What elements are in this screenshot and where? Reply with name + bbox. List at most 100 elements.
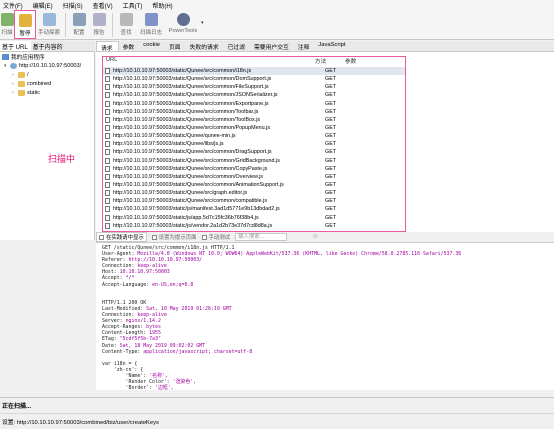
tab-7[interactable]: 注释 xyxy=(294,41,315,51)
table-row[interactable]: http://10.10.10.97:50003/static/js/manif… xyxy=(103,205,405,213)
row-method: GET xyxy=(325,190,337,197)
table-row[interactable]: http://10.10.10.97:50003/static/Qunee/li… xyxy=(103,140,405,148)
table-row[interactable]: http://10.10.10.97:50003/static/Qunee/sr… xyxy=(103,100,405,108)
menu-item[interactable]: 扫描(S) xyxy=(62,1,92,10)
detail-key: Date: xyxy=(102,342,120,349)
table-row[interactable]: http://10.10.10.97:50003/static/Qunee/sr… xyxy=(103,148,405,156)
pause-button[interactable]: 暂停 xyxy=(14,10,36,39)
search-input[interactable]: 输入搜索... xyxy=(235,233,288,241)
table-row[interactable]: http://10.10.10.97:50003/static/Qunee/qu… xyxy=(103,132,405,140)
manual-explore-icon xyxy=(42,13,56,26)
powertools-icon xyxy=(176,13,190,26)
row-method: GET xyxy=(325,173,337,180)
tab-4[interactable]: 失败的请求 xyxy=(186,41,224,51)
scan-log-button[interactable]: 扫描日志 xyxy=(136,10,166,40)
tab-1[interactable]: 参数 xyxy=(119,41,140,51)
tree-root[interactable]: 我的应用程序 xyxy=(0,52,94,61)
table-row[interactable]: http://10.10.10.97:50003/static/js/vendo… xyxy=(103,222,405,230)
column-method[interactable]: 方法 xyxy=(315,57,345,66)
folder-icon xyxy=(18,71,25,78)
detail-key: Accept-Language: xyxy=(102,281,153,288)
tree-host[interactable]: ▾ http://10.10.10.97:50003/ xyxy=(0,61,94,70)
row-url: http://10.10.10.97:50003/static/Qunee/sr… xyxy=(113,108,259,115)
status-current-url: 设置: http://10.10.10.97:50003/combined/bi… xyxy=(0,413,554,429)
report-button[interactable]: 报告 xyxy=(89,10,109,40)
checkbox-icon xyxy=(99,234,104,240)
table-row[interactable]: http://10.10.10.97:50003/static/Qunee/sr… xyxy=(103,67,405,76)
file-icon xyxy=(105,116,110,123)
chevron-down-icon[interactable]: ▾ xyxy=(201,10,204,26)
column-params[interactable]: 参数 xyxy=(345,57,356,66)
table-row[interactable]: http://10.10.10.97:50003/static/Qunee/sr… xyxy=(103,157,405,165)
row-url: http://10.10.10.97:50003/static/Qunee/sr… xyxy=(113,165,268,172)
detail-key: Content-Type: xyxy=(102,348,144,355)
tree-item-static[interactable]: › static xyxy=(0,88,94,97)
table-row[interactable]: http://10.10.10.97:50003/static/Qunee/sr… xyxy=(103,173,405,181)
find-button[interactable]: 查找 xyxy=(116,10,136,40)
tab-2[interactable]: cookie xyxy=(139,41,165,51)
detail-line: 'Border': '边框', xyxy=(102,385,554,390)
row-url: http://10.10.10.97:50003/static/Qunee/sr… xyxy=(113,149,272,156)
menu-item[interactable]: 帮助(H) xyxy=(151,1,181,10)
table-row[interactable]: http://10.10.10.97:50003/static/Qunee/sr… xyxy=(103,165,405,173)
scan-button[interactable]: 扫描 xyxy=(0,10,14,40)
tree-item-root-path[interactable]: › / xyxy=(0,70,94,79)
table-row[interactable]: http://10.10.10.97:50003/static/Qunee/sr… xyxy=(103,83,405,91)
detail-key: Host: xyxy=(102,269,120,276)
show-in-request-toggle[interactable]: 在实践请中显示 xyxy=(96,232,147,242)
table-row[interactable]: http://10.10.10.97:50003/static/Qunee/sr… xyxy=(103,124,405,132)
table-row[interactable]: http://10.10.10.97:50003/static/Qunee/sr… xyxy=(103,189,405,197)
report-icon xyxy=(92,13,106,26)
request-list-area: URL 方法 参数 http://10.10.10.97:50003/stati… xyxy=(96,52,554,232)
tab-url-based[interactable]: 基于 URL xyxy=(0,41,31,51)
filter-icon[interactable]: ▽· xyxy=(313,234,319,240)
tree-item-label: static xyxy=(27,89,41,96)
row-method: GET xyxy=(325,133,337,140)
powertools-button[interactable]: PowerTools xyxy=(166,10,200,40)
row-method: GET xyxy=(325,214,337,221)
tab-5[interactable]: 已过滤 xyxy=(224,41,250,51)
tab-0[interactable]: 请求 xyxy=(96,41,119,52)
tab-content-based[interactable]: 基于内容的 xyxy=(31,41,66,51)
table-row[interactable]: http://10.10.10.97:50003/static/Qunee/sr… xyxy=(103,116,405,124)
toolbar-separator xyxy=(65,13,66,37)
status-scanning: 正在扫描... xyxy=(0,397,554,410)
set-as-hint-toggle[interactable]: 设置为提示页面 xyxy=(151,233,197,241)
request-list: URL 方法 参数 http://10.10.10.97:50003/stati… xyxy=(102,56,406,232)
manual-explore-button[interactable]: 手动探索 xyxy=(36,10,62,40)
scanning-indicator: 扫描中 xyxy=(48,154,76,164)
tree-host-label: http://10.10.10.97:50003/ xyxy=(19,62,82,69)
tab-3[interactable]: 页面 xyxy=(165,41,186,51)
file-icon xyxy=(105,84,110,91)
column-url[interactable]: URL xyxy=(103,57,315,66)
toolbar-label: 配置 xyxy=(73,30,85,36)
table-row[interactable]: http://10.10.10.97:50003/static/Qunee/sr… xyxy=(103,75,405,83)
tree-item-combined[interactable]: › combined xyxy=(0,79,94,88)
config-button[interactable]: 配置 xyxy=(69,10,89,40)
tab-8[interactable]: JavaScript xyxy=(314,41,350,51)
manual-test-toggle[interactable]: 手动测试 xyxy=(201,233,230,241)
file-icon xyxy=(105,182,110,189)
detail-value: bytes xyxy=(146,324,161,331)
row-method: GET xyxy=(325,92,337,99)
table-row[interactable]: http://10.10.10.97:50003/static/Qunee/sr… xyxy=(103,108,405,116)
tab-6[interactable]: 需要用户交互 xyxy=(250,41,294,51)
checkbox-icon xyxy=(201,234,207,240)
file-icon xyxy=(105,190,110,197)
row-url: http://10.10.10.97:50003/static/Qunee/sr… xyxy=(113,100,269,107)
right-tabs: 请求 参数 cookie 页面 失败的请求 已过滤 需要用户交互 注释 JavaScript xyxy=(96,41,554,52)
table-row[interactable]: http://10.10.10.97:50003/static/js/app.5… xyxy=(103,214,405,222)
table-row[interactable]: http://10.10.10.97:50003/static/Qunee/sr… xyxy=(103,181,405,189)
menu-item[interactable]: 查看(V) xyxy=(92,1,122,10)
menu-item[interactable]: 文件(F) xyxy=(2,1,32,10)
detail-key: var i18n = { xyxy=(102,360,138,367)
menu-item[interactable]: 编辑(E) xyxy=(32,1,62,10)
toolbar-label: 手动探索 xyxy=(37,30,60,36)
detail-key: Last-Modified: xyxy=(102,305,147,312)
table-row[interactable]: http://10.10.10.97:50003/static/Qunee/sr… xyxy=(103,197,405,205)
menu-item[interactable]: 工具(T) xyxy=(122,1,152,10)
file-icon xyxy=(105,157,110,164)
table-row[interactable]: http://10.10.10.97:50003/static/Qunee/sr… xyxy=(103,91,405,99)
row-method: GET xyxy=(325,182,337,189)
detail-key: HTTP/1.1 200 OK xyxy=(102,299,147,306)
